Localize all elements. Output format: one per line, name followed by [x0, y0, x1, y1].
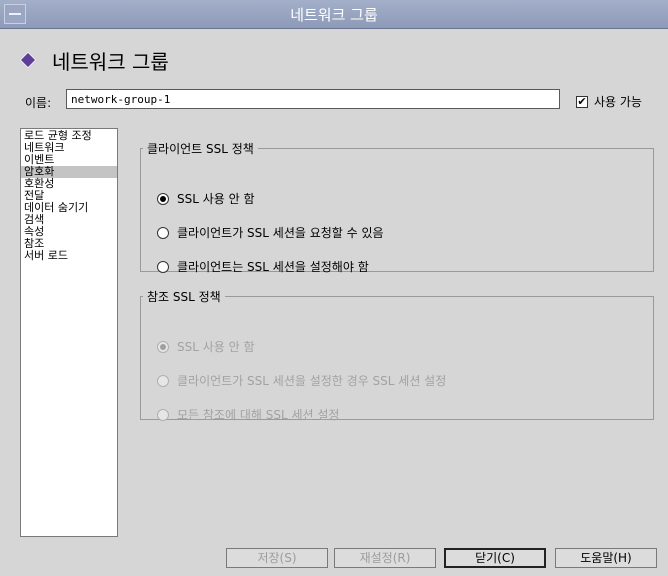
client-ssl-group: 클라이언트 SSL 정책 SSL 사용 안 함 클라이언트가 SSL 세션을 요…: [140, 140, 654, 275]
client-ssl-option-required-label: 클라이언트는 SSL 세션을 설정해야 함: [177, 260, 369, 274]
window-title: 네트워크 그룹: [290, 6, 378, 24]
referral-ssl-option-disabled: SSL 사용 안 함: [157, 338, 255, 355]
referral-ssl-option-disabled-label: SSL 사용 안 함: [177, 340, 255, 354]
client-ssl-option-request-label: 클라이언트가 SSL 세션을 요청할 수 있음: [177, 226, 384, 240]
referral-ssl-option-if-client: 클라이언트가 SSL 세션을 설정한 경우 SSL 세션 설정: [157, 372, 446, 389]
reset-button[interactable]: 재설정(R): [334, 548, 436, 568]
enable-label: 사용 가능: [594, 95, 642, 109]
referral-ssl-option-all-label: 모든 참조에 대해 SSL 세션 설정: [177, 408, 340, 422]
referral-ssl-option-if-client-label: 클라이언트가 SSL 세션을 설정한 경우 SSL 세션 설정: [177, 374, 447, 388]
enable-checkbox-row[interactable]: ✔ 사용 가능: [576, 93, 642, 110]
enable-checkbox[interactable]: ✔: [576, 95, 588, 108]
radio-selected-icon[interactable]: [157, 192, 169, 205]
page-title: 네트워크 그룹: [52, 49, 169, 74]
radio-selected-icon: [157, 340, 169, 353]
client-ssl-option-request[interactable]: 클라이언트가 SSL 세션을 요청할 수 있음: [157, 224, 384, 241]
close-button[interactable]: 닫기(C): [444, 548, 546, 568]
help-button[interactable]: 도움말(H): [555, 548, 657, 568]
diamond-icon: [19, 51, 37, 69]
client-ssl-option-disabled[interactable]: SSL 사용 안 함: [157, 190, 255, 207]
radio-icon: [157, 408, 169, 421]
client-ssl-title: 클라이언트 SSL 정책: [147, 142, 254, 156]
radio-icon[interactable]: [157, 260, 169, 273]
sidebar-item-server-load[interactable]: 서버 로드: [21, 250, 117, 262]
radio-icon[interactable]: [157, 226, 169, 239]
name-label: 이름:: [25, 96, 52, 110]
name-input[interactable]: [66, 89, 560, 109]
window-titlebar[interactable]: 네트워크 그룹: [0, 0, 668, 29]
client-ssl-option-required[interactable]: 클라이언트는 SSL 세션을 설정해야 함: [157, 258, 369, 275]
radio-icon: [157, 374, 169, 387]
referral-ssl-group: 참조 SSL 정책 SSL 사용 안 함 클라이언트가 SSL 세션을 설정한 …: [140, 288, 654, 423]
save-button[interactable]: 저장(S): [226, 548, 328, 568]
client-ssl-option-disabled-label: SSL 사용 안 함: [177, 192, 255, 206]
referral-ssl-option-all: 모든 참조에 대해 SSL 세션 설정: [157, 406, 339, 423]
sidebar-list[interactable]: 로드 균형 조정 네트워크 이벤트 암호화 호환성 전달 데이터 숨기기 검색 …: [20, 128, 118, 537]
referral-ssl-title: 참조 SSL 정책: [147, 290, 221, 304]
page-header: 네트워크 그룹: [19, 45, 169, 75]
